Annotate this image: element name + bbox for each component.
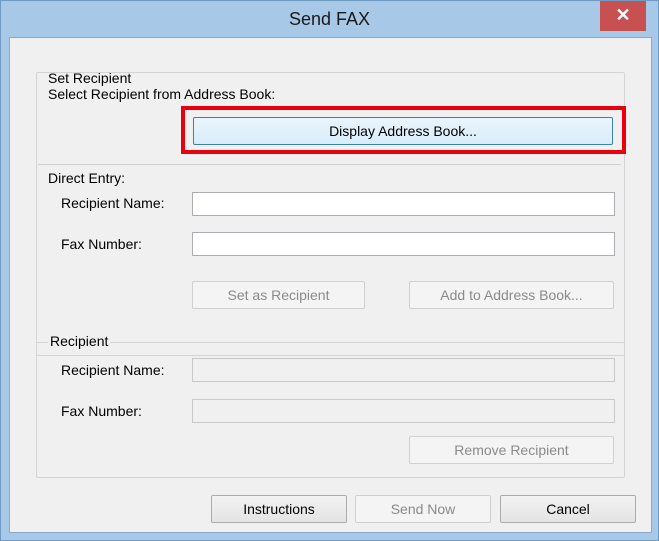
recipient-name-input[interactable] [192,192,615,216]
title-bar[interactable]: Send FAX ✕ [1,1,658,37]
fax-number-display [192,399,615,423]
send-fax-dialog: Send FAX ✕ Set Recipient Select Recipien… [0,0,659,541]
set-as-recipient-button[interactable]: Set as Recipient [192,281,365,309]
cancel-button[interactable]: Cancel [500,495,636,523]
recipient-name-label: Recipient Name: [61,195,165,211]
close-button[interactable]: ✕ [600,1,646,31]
direct-entry-label: Direct Entry: [48,170,126,186]
set-recipient-group-label: Set Recipient [48,70,132,86]
recipient-group-label: Recipient [48,333,111,349]
close-icon: ✕ [615,5,631,25]
remove-recipient-button[interactable]: Remove Recipient [409,436,614,464]
fax-number-label: Fax Number: [61,236,142,252]
send-now-button[interactable]: Send Now [355,495,491,523]
dialog-body: Set Recipient Select Recipient from Addr… [9,37,652,533]
select-from-address-book-label: Select Recipient from Address Book: [48,86,276,102]
recipient-name-display [192,358,615,382]
add-to-address-book-button[interactable]: Add to Address Book... [409,281,614,309]
instructions-button[interactable]: Instructions [211,495,347,523]
divider [38,164,621,165]
recipient-name-label: Recipient Name: [61,362,165,378]
display-address-book-button[interactable]: Display Address Book... [193,117,613,145]
fax-number-input[interactable] [192,232,615,256]
fax-number-label: Fax Number: [61,403,142,419]
window-title: Send FAX [288,9,371,29]
